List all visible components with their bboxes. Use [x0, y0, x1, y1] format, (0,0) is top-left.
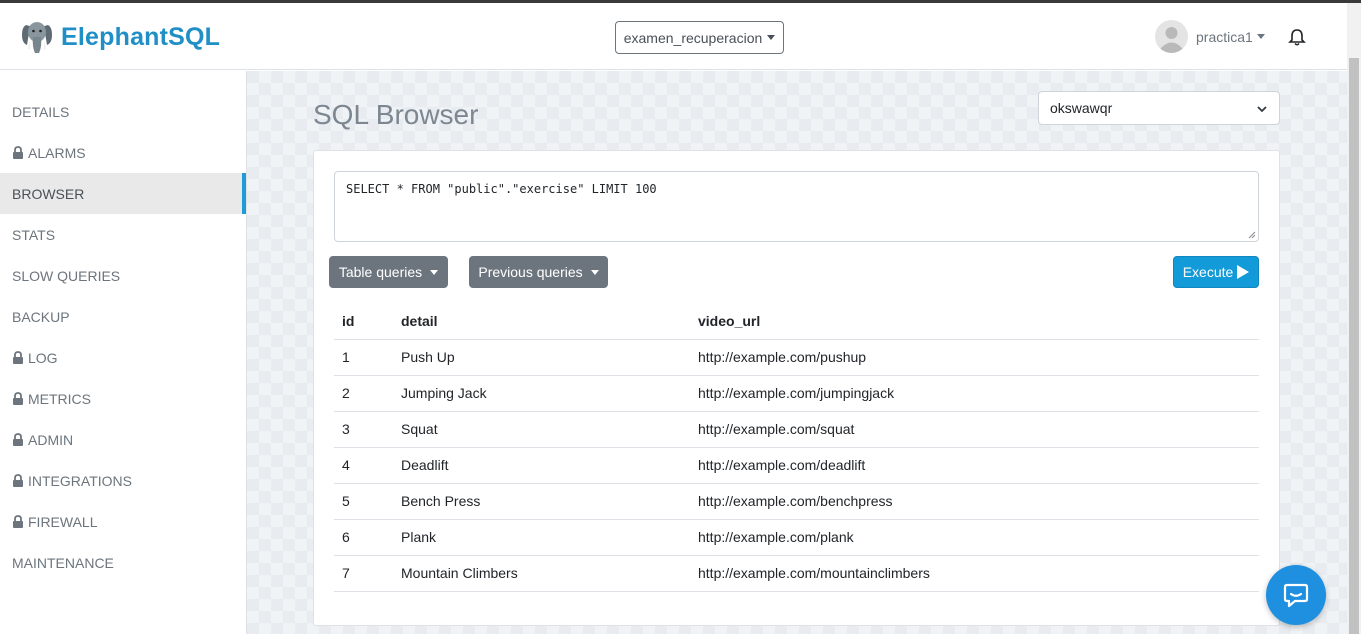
caret-down-icon	[1256, 34, 1265, 39]
scrollbar-thumb[interactable]	[1349, 58, 1359, 634]
execute-button[interactable]: Execute	[1173, 256, 1259, 288]
table-cell: 3	[334, 411, 393, 448]
table-row: 5 Bench Press http://example.com/benchpr…	[334, 483, 1259, 520]
sidebar-item-alarms[interactable]: ALARMS	[0, 132, 246, 173]
user-menu[interactable]: practica1	[1155, 20, 1265, 53]
table-cell: 5	[334, 483, 393, 520]
table-cell: http://example.com/deadlift	[690, 447, 1259, 484]
previous-queries-button[interactable]: Previous queries	[469, 256, 608, 288]
table-cell: 6	[334, 519, 393, 556]
results-table: id detail video_url 1 Push Up http://exa…	[334, 303, 1259, 592]
resize-grip-icon[interactable]	[1248, 231, 1256, 239]
sidebar-item-label: FIREWALL	[28, 513, 98, 530]
sidebar-nav: DETAILS ALARMS BROWSER STATS SLOW QUERIE…	[0, 71, 247, 634]
sidebar-item-label: BROWSER	[12, 185, 85, 202]
column-header[interactable]: id	[334, 303, 393, 340]
table-cell: Plank	[393, 519, 690, 556]
table-row: 3 Squat http://example.com/squat	[334, 411, 1259, 448]
table-queries-label: Table queries	[338, 264, 423, 280]
table-cell: Bench Press	[393, 483, 690, 520]
sidebar-item-label: INTEGRATIONS	[28, 472, 132, 489]
table-cell: http://example.com/mountainclimbers	[690, 555, 1259, 592]
chat-widget-button[interactable]	[1266, 565, 1326, 625]
caret-down-icon	[430, 269, 439, 275]
page-title: SQL Browser	[313, 99, 479, 130]
caret-down-icon	[767, 35, 776, 40]
user-avatar-icon	[1155, 20, 1188, 53]
sidebar-item-stats[interactable]: STATS	[0, 214, 246, 255]
sidebar-item-firewall[interactable]: FIREWALL	[0, 501, 246, 542]
sidebar-item-label: METRICS	[28, 390, 91, 407]
lock-icon	[13, 474, 23, 487]
column-header[interactable]: detail	[393, 303, 690, 340]
table-row: 6 Plank http://example.com/plank	[334, 519, 1259, 556]
sidebar-item-label: SLOW QUERIES	[12, 267, 121, 284]
table-cell: Mountain Climbers	[393, 555, 690, 592]
sidebar-item-metrics[interactable]: METRICS	[0, 378, 246, 419]
main-content: SQL Browser okswawqr SELECT * FROM "publ…	[247, 71, 1347, 634]
table-cell: Deadlift	[393, 447, 690, 484]
table-cell: http://example.com/benchpress	[690, 483, 1259, 520]
table-cell: Squat	[393, 411, 690, 448]
table-cell: Jumping Jack	[393, 375, 690, 412]
sidebar-item-label: ADMIN	[28, 431, 74, 448]
execute-label: Execute	[1182, 264, 1234, 280]
table-cell: 4	[334, 447, 393, 484]
sql-browser-card: SELECT * FROM "public"."exercise" LIMIT …	[313, 150, 1280, 626]
sidebar-item-browser[interactable]: BROWSER	[0, 173, 246, 214]
lock-icon	[13, 146, 23, 159]
lock-icon	[13, 351, 23, 364]
lock-icon	[13, 515, 23, 528]
table-cell: http://example.com/jumpingjack	[690, 375, 1259, 412]
page-scrollbar[interactable]	[1347, 3, 1361, 634]
database-select[interactable]: okswawqr	[1038, 91, 1280, 125]
top-navbar: ElephantSQL examen_recuperacion practica…	[0, 3, 1347, 70]
previous-queries-label: Previous queries	[478, 264, 583, 280]
sidebar-item-slow-queries[interactable]: SLOW QUERIES	[0, 255, 246, 296]
table-cell: 1	[334, 339, 393, 376]
sidebar-item-log[interactable]: LOG	[0, 337, 246, 378]
table-row: 1 Push Up http://example.com/pushup	[334, 339, 1259, 376]
sidebar-item-label: LOG	[28, 349, 58, 366]
column-header[interactable]: video_url	[690, 303, 1259, 340]
sidebar-item-maintenance[interactable]: MAINTENANCE	[0, 542, 246, 583]
table-row: 4 Deadlift http://example.com/deadlift	[334, 447, 1259, 484]
sidebar-item-label: BACKUP	[12, 308, 70, 325]
caret-down-icon	[590, 269, 599, 275]
table-row: 2 Jumping Jack http://example.com/jumpin…	[334, 375, 1259, 412]
table-header-row: id detail video_url	[334, 303, 1259, 340]
lock-icon	[13, 433, 23, 446]
sidebar-item-backup[interactable]: BACKUP	[0, 296, 246, 337]
brand-name: ElephantSQL	[61, 22, 221, 51]
table-cell: http://example.com/pushup	[690, 339, 1259, 376]
username: practica1	[1196, 28, 1253, 45]
database-name: okswawqr	[1050, 100, 1113, 116]
table-queries-button[interactable]: Table queries	[329, 256, 448, 288]
play-icon	[1237, 265, 1250, 279]
elephant-logo-icon	[22, 22, 52, 53]
sidebar-item-label: MAINTENANCE	[12, 554, 114, 571]
table-cell: 2	[334, 375, 393, 412]
table-cell: http://example.com/plank	[690, 519, 1259, 556]
brand-logo[interactable]: ElephantSQL	[20, 19, 220, 55]
table-row: 7 Mountain Climbers http://example.com/m…	[334, 555, 1259, 592]
sql-query-text: SELECT * FROM "public"."exercise" LIMIT …	[346, 182, 657, 196]
instance-dropdown[interactable]: examen_recuperacion	[615, 21, 784, 54]
sidebar-item-label: STATS	[12, 226, 56, 243]
bell-icon[interactable]	[1287, 27, 1307, 47]
table-cell: Push Up	[393, 339, 690, 376]
sql-query-input[interactable]: SELECT * FROM "public"."exercise" LIMIT …	[334, 171, 1259, 242]
sidebar-item-admin[interactable]: ADMIN	[0, 419, 246, 460]
instance-name: examen_recuperacion	[623, 29, 763, 46]
table-cell: 7	[334, 555, 393, 592]
lock-icon	[13, 392, 23, 405]
sidebar-item-details[interactable]: DETAILS	[0, 91, 246, 132]
chevron-down-icon	[1257, 106, 1267, 113]
sidebar-item-label: ALARMS	[28, 144, 86, 161]
table-cell: http://example.com/squat	[690, 411, 1259, 448]
chat-icon	[1283, 583, 1309, 608]
sidebar-item-integrations[interactable]: INTEGRATIONS	[0, 460, 246, 501]
sidebar-item-label: DETAILS	[12, 103, 70, 120]
